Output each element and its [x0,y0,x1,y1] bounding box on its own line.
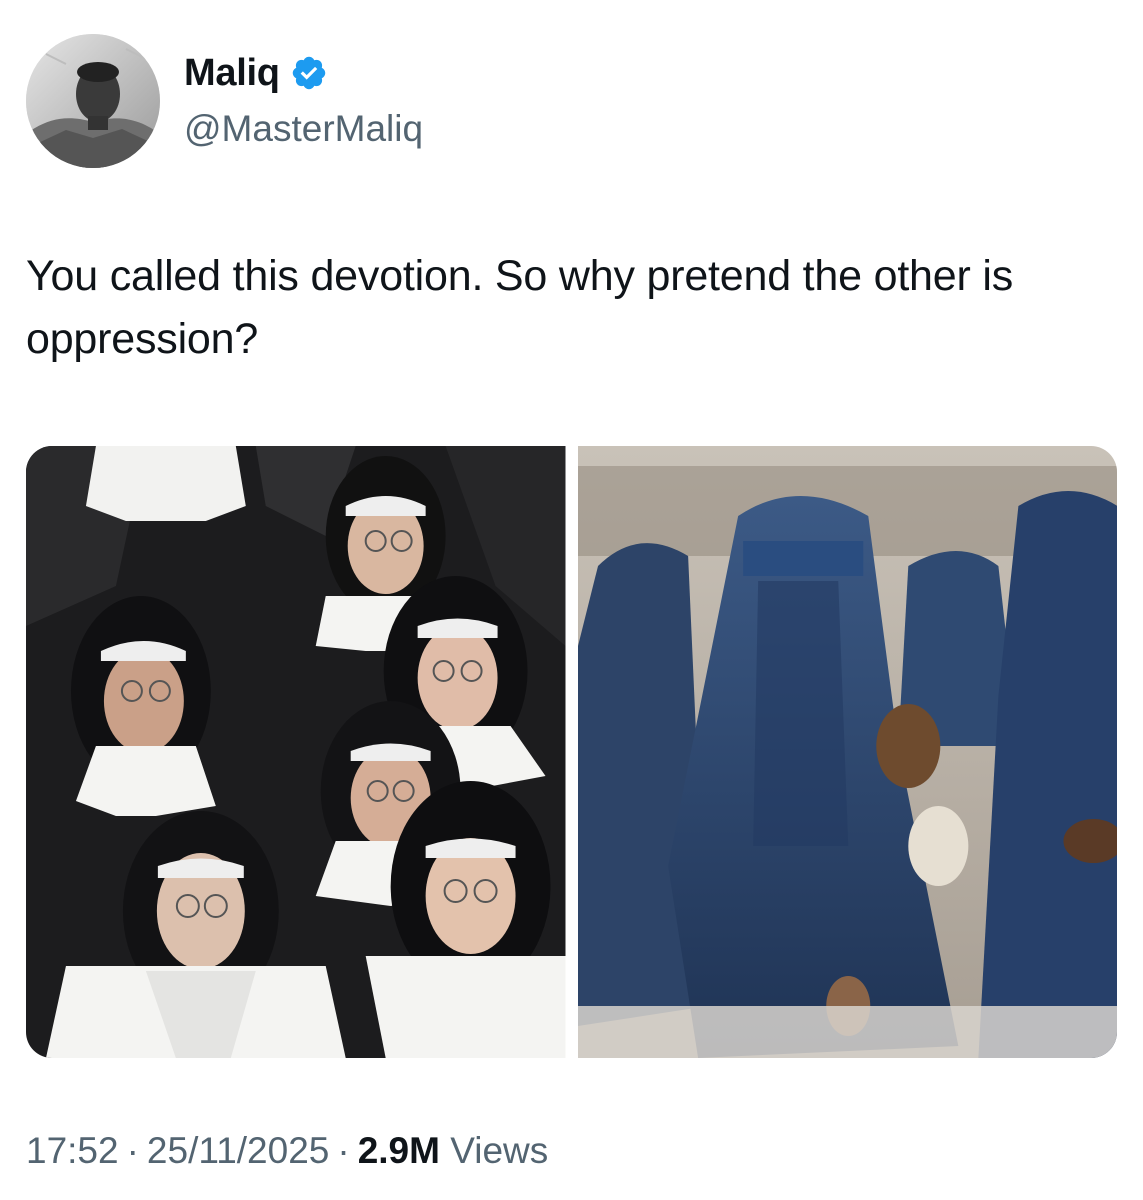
meta-separator: · [337,1130,350,1171]
avatar[interactable] [26,34,160,168]
tweet-time[interactable]: 17:52 [26,1130,119,1171]
meta-separator: · [126,1130,139,1171]
media-grid [26,446,1117,1058]
views-label: Views [450,1130,549,1171]
media-photo-2[interactable] [577,446,1117,1058]
author-handle[interactable]: @MasterMaliq [184,108,423,150]
tweet-meta: 17:52 · 25/11/2025 · 2.9M Views [26,1130,548,1172]
avatar-image [26,34,160,168]
author-name-row: Maliq [184,48,328,98]
photo-nuns [26,446,566,1058]
views-count[interactable]: 2.9M [358,1130,440,1171]
photo-burqas [577,446,1117,1058]
tweet-date[interactable]: 25/11/2025 [147,1130,329,1171]
media-photo-1[interactable] [26,446,566,1058]
verified-badge-icon[interactable] [290,54,328,92]
display-name[interactable]: Maliq [184,52,280,95]
tweet-text: You called this devotion. So why pretend… [26,252,1014,363]
tweet: Maliq @MasterMaliq You called this devot… [0,0,1143,1200]
